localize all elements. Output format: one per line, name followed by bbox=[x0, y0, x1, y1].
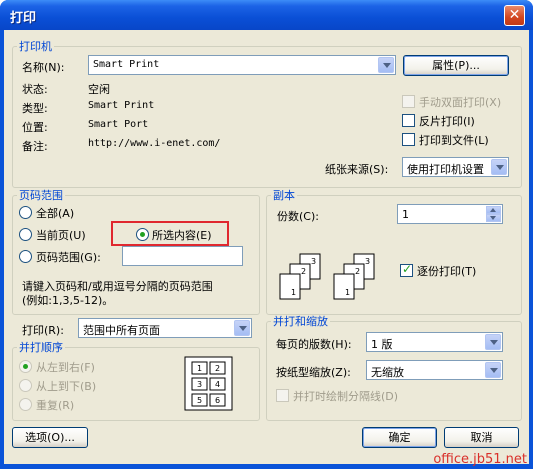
chevron-down-icon[interactable] bbox=[485, 362, 501, 378]
collate-label: 逐份打印(T) bbox=[417, 265, 477, 278]
printer-name-select[interactable]: Smart Print bbox=[88, 55, 396, 75]
order-top-to-bottom-radio[interactable] bbox=[19, 379, 32, 392]
spin-down-icon[interactable] bbox=[486, 214, 501, 222]
properties-button[interactable]: 属性(P)... bbox=[403, 55, 509, 76]
stack-page-3: 3 bbox=[365, 257, 370, 266]
reverse-print-checkbox[interactable] bbox=[402, 114, 415, 127]
grid-cell-5: 5 bbox=[197, 396, 202, 405]
status-label: 状态: bbox=[22, 83, 48, 96]
location-value: Smart Port bbox=[88, 119, 149, 130]
reverse-print-label: 反片打印(I) bbox=[419, 115, 475, 128]
pages-per-sheet-select[interactable]: 1 版 bbox=[366, 332, 503, 352]
print-to-file-label: 打印到文件(L) bbox=[419, 134, 489, 147]
print-what-select[interactable]: 范围中所有页面 bbox=[78, 318, 252, 338]
order-top-to-bottom-label: 从上到下(B) bbox=[36, 380, 97, 393]
print-dialog: 打印 ✕ 打印机 名称(N): Smart Print 属性(P)... 状态:… bbox=[0, 0, 533, 469]
range-pages-label: 页码范围(G): bbox=[36, 251, 101, 264]
manual-duplex-checkbox[interactable] bbox=[402, 95, 415, 108]
comment-label: 备注: bbox=[22, 140, 48, 153]
type-label: 类型: bbox=[22, 102, 48, 115]
range-current-radio[interactable] bbox=[19, 228, 32, 241]
order-grid-icon: 1 2 3 4 5 6 bbox=[184, 356, 233, 411]
collate-checkbox[interactable] bbox=[400, 262, 413, 277]
location-label: 位置: bbox=[22, 121, 48, 134]
print-to-file-checkbox[interactable] bbox=[402, 133, 415, 146]
window-title: 打印 bbox=[10, 11, 37, 26]
scale-value: 无缩放 bbox=[371, 366, 404, 379]
chevron-down-icon[interactable] bbox=[491, 159, 507, 175]
grid-cell-6: 6 bbox=[215, 396, 220, 405]
spin-up-icon[interactable] bbox=[486, 206, 501, 214]
pages-per-sheet-label: 每页的版数(H): bbox=[276, 338, 352, 351]
collate-stack-right: 3 2 1 bbox=[333, 253, 375, 300]
order-legend: 并打顺序 bbox=[19, 341, 63, 354]
order-repeat-label: 重复(R) bbox=[36, 399, 75, 412]
page-range-legend: 页码范围 bbox=[19, 189, 63, 202]
copies-count-value: 1 bbox=[402, 208, 409, 221]
draw-borders-checkbox[interactable] bbox=[276, 389, 289, 402]
range-current-label: 当前页(U) bbox=[36, 229, 86, 242]
chevron-down-icon[interactable] bbox=[378, 57, 394, 73]
type-value: Smart Print bbox=[88, 100, 155, 111]
order-left-to-right-radio[interactable] bbox=[19, 360, 32, 373]
page-range-hint-line2: (例如:1,3,5-12)。 bbox=[22, 294, 114, 307]
watermark: office.jb51.net bbox=[433, 452, 527, 467]
scale-select[interactable]: 无缩放 bbox=[366, 360, 503, 380]
printer-group-legend: 打印机 bbox=[19, 40, 52, 53]
range-pages-radio[interactable] bbox=[19, 250, 32, 263]
manual-duplex-label: 手动双面打印(X) bbox=[419, 96, 502, 109]
printer-name-value: Smart Print bbox=[93, 59, 160, 70]
stack-page-2: 2 bbox=[301, 267, 306, 276]
range-all-label: 全部(A) bbox=[36, 207, 75, 220]
dialog-body: 打印机 名称(N): Smart Print 属性(P)... 状态: 空闲 类… bbox=[4, 30, 529, 464]
collate-stack-left: 3 2 1 bbox=[279, 253, 321, 300]
paper-source-label: 纸张来源(S): bbox=[325, 163, 389, 176]
stack-page-3: 3 bbox=[311, 257, 316, 266]
cancel-button[interactable]: 取消 bbox=[444, 427, 519, 448]
copies-count-label: 份数(C): bbox=[277, 210, 319, 223]
stack-page-1: 1 bbox=[291, 288, 296, 297]
draw-borders-label: 并打时绘制分隔线(D) bbox=[293, 390, 399, 403]
close-icon[interactable]: ✕ bbox=[504, 5, 525, 26]
paper-source-select[interactable]: 使用打印机设置 bbox=[402, 157, 509, 177]
page-range-input[interactable] bbox=[122, 246, 243, 266]
order-left-to-right-label: 从左到右(F) bbox=[36, 361, 95, 374]
stack-page-2: 2 bbox=[355, 267, 360, 276]
print-what-label: 打印(R): bbox=[22, 324, 64, 337]
grid-cell-1: 1 bbox=[197, 364, 202, 373]
paper-source-value: 使用打印机设置 bbox=[407, 163, 484, 176]
range-all-radio[interactable] bbox=[19, 206, 32, 219]
copies-count-stepper[interactable]: 1 bbox=[397, 204, 503, 224]
range-selection-label: 所选内容(E) bbox=[152, 229, 212, 242]
chevron-down-icon[interactable] bbox=[485, 334, 501, 350]
grid-cell-3: 3 bbox=[197, 380, 202, 389]
collate-preview-icon: 3 2 1 3 2 1 bbox=[279, 253, 375, 300]
printer-name-label: 名称(N): bbox=[22, 61, 65, 74]
range-selection-radio[interactable] bbox=[136, 228, 149, 241]
comment-value: http://www.i-enet.com/ bbox=[88, 138, 221, 149]
pages-per-sheet-value: 1 版 bbox=[371, 338, 393, 351]
order-repeat-radio[interactable] bbox=[19, 398, 32, 411]
stack-page-1: 1 bbox=[345, 288, 350, 297]
print-what-value: 范围中所有页面 bbox=[83, 324, 160, 337]
ok-button[interactable]: 确定 bbox=[362, 427, 437, 448]
grid-cell-2: 2 bbox=[215, 364, 220, 373]
scale-label: 按纸型缩放(Z): bbox=[276, 366, 351, 379]
chevron-down-icon[interactable] bbox=[234, 320, 250, 336]
zoom-legend: 并打和缩放 bbox=[273, 315, 328, 328]
options-button[interactable]: 选项(O)... bbox=[12, 427, 88, 448]
copies-legend: 副本 bbox=[273, 189, 295, 202]
title-bar[interactable]: 打印 ✕ bbox=[0, 0, 533, 30]
status-value: 空闲 bbox=[88, 83, 110, 96]
grid-cell-4: 4 bbox=[215, 380, 220, 389]
